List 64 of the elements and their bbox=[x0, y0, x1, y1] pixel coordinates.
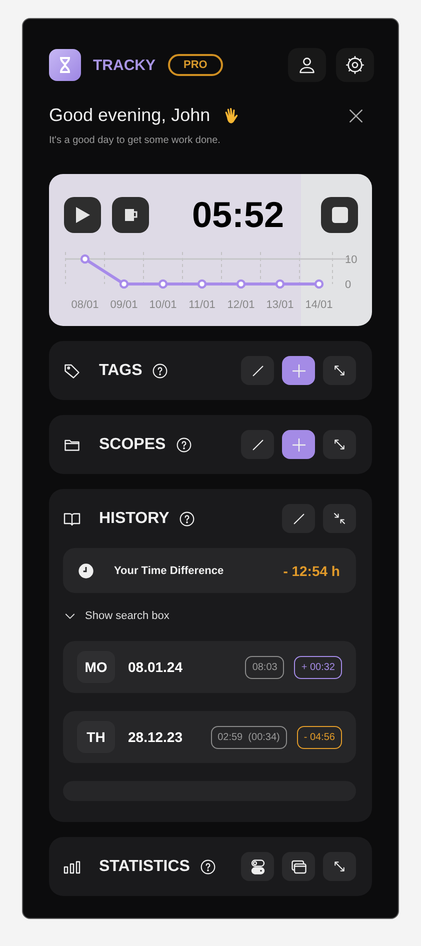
section-title: HISTORY bbox=[99, 510, 170, 528]
person-icon bbox=[297, 55, 317, 75]
axis-label: 12/01 bbox=[227, 299, 255, 311]
stop-icon bbox=[332, 207, 348, 223]
timer-display: 05:52 bbox=[190, 194, 286, 236]
expand-button[interactable] bbox=[323, 852, 356, 881]
worked-time: 08:03 bbox=[245, 656, 284, 678]
plan-badge: PRO bbox=[168, 54, 224, 76]
time-difference: - 04:56 bbox=[296, 726, 342, 748]
windows-button[interactable] bbox=[282, 852, 315, 881]
day-badge: TH bbox=[77, 721, 115, 753]
profile-button[interactable] bbox=[288, 48, 326, 82]
play-icon bbox=[74, 206, 90, 224]
add-button[interactable] bbox=[282, 430, 315, 459]
day-badge: MO bbox=[77, 651, 115, 683]
greeting-subtitle: It's a good day to get some work done. bbox=[49, 135, 222, 146]
clock-icon bbox=[78, 562, 94, 578]
plus-icon bbox=[290, 436, 308, 454]
break-button[interactable] bbox=[112, 197, 149, 233]
settings-button[interactable] bbox=[336, 48, 374, 82]
search-toggle[interactable]: Show search box bbox=[63, 609, 170, 623]
time-difference-value: - 12:54 h bbox=[283, 562, 340, 578]
tag-icon bbox=[63, 362, 81, 380]
axis-label: 10/01 bbox=[149, 299, 177, 311]
app-name: TRACKY bbox=[93, 56, 156, 74]
collapse-button[interactable] bbox=[323, 504, 356, 533]
cup-icon bbox=[122, 206, 138, 224]
expand-icon bbox=[332, 437, 347, 452]
gear-icon bbox=[345, 55, 365, 75]
app-logo bbox=[49, 49, 81, 81]
add-button[interactable] bbox=[282, 356, 315, 385]
axis-label: 09/01 bbox=[110, 299, 138, 311]
play-button[interactable] bbox=[64, 197, 101, 233]
windows-icon bbox=[290, 858, 308, 876]
help-icon bbox=[179, 510, 196, 526]
axis-label: 11/01 bbox=[188, 299, 216, 311]
time-difference-label: Your Time Difference bbox=[114, 564, 224, 576]
stop-button[interactable] bbox=[321, 197, 358, 233]
axis-label: 14/01 bbox=[305, 299, 333, 311]
date-text: 28.12.23 bbox=[128, 729, 182, 745]
expand-icon bbox=[332, 859, 347, 874]
toggle-button[interactable] bbox=[241, 852, 274, 881]
expand-button[interactable] bbox=[323, 430, 356, 459]
greeting-title: Good evening, John bbox=[49, 105, 210, 126]
help-icon bbox=[176, 436, 192, 452]
history-row[interactable]: MO 08.01.24 08:03 + 00:32 bbox=[63, 641, 356, 693]
history-row[interactable]: TH 28.12.23 02:59 (00:34) - 04:56 bbox=[63, 711, 356, 763]
expand-icon bbox=[332, 363, 347, 378]
axis-label: 0 bbox=[345, 279, 352, 291]
date-text: 08.01.24 bbox=[128, 659, 182, 675]
axis-label: 10 bbox=[345, 254, 358, 266]
worked-time: 02:59 (00:34) bbox=[210, 726, 287, 748]
section-title: STATISTICS bbox=[99, 858, 190, 876]
expand-button[interactable] bbox=[323, 356, 356, 385]
section-title: TAGS bbox=[99, 362, 142, 380]
collapse-icon bbox=[332, 511, 347, 526]
help-icon bbox=[200, 858, 216, 874]
toggle-icon bbox=[248, 858, 266, 876]
axis-label: 13/01 bbox=[266, 299, 294, 311]
help-icon bbox=[152, 362, 168, 378]
section-title: SCOPES bbox=[99, 436, 166, 454]
plus-icon bbox=[290, 362, 308, 380]
time-difference: + 00:32 bbox=[294, 656, 342, 678]
axis-label: 08/01 bbox=[71, 299, 99, 311]
